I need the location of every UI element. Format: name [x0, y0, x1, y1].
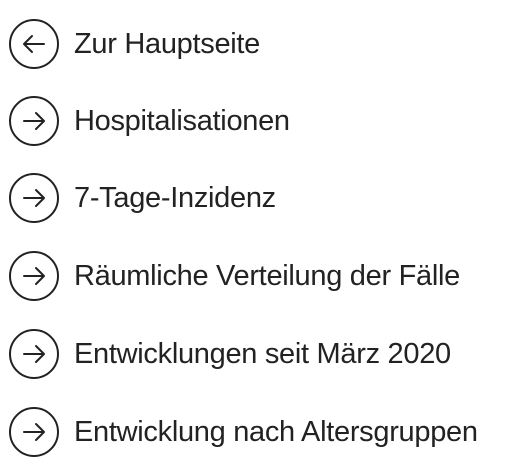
nav-link-raeumliche-verteilung[interactable]: Räumliche Verteilung der Fälle: [8, 250, 460, 302]
navigation-link-list: Zur Hauptseite Hospitalisationen 7-Tage-…: [0, 0, 521, 464]
nav-link-label: Zur Hauptseite: [74, 27, 260, 60]
arrow-right-circle-icon: [8, 95, 60, 147]
nav-link-home[interactable]: Zur Hauptseite: [8, 18, 260, 70]
nav-link-altersgruppen[interactable]: Entwicklung nach Altersgruppen: [8, 406, 478, 458]
nav-link-label: Entwicklung nach Altersgruppen: [74, 415, 478, 448]
nav-link-7-tage-inzidenz[interactable]: 7-Tage-Inzidenz: [8, 172, 276, 224]
arrow-right-circle-icon: [8, 406, 60, 458]
nav-link-hospitalisationen[interactable]: Hospitalisationen: [8, 95, 290, 147]
nav-link-label: Räumliche Verteilung der Fälle: [74, 259, 460, 292]
nav-link-entwicklungen-seit-maerz[interactable]: Entwicklungen seit März 2020: [8, 328, 451, 380]
nav-link-label: 7-Tage-Inzidenz: [74, 181, 276, 214]
nav-link-label: Hospitalisationen: [74, 104, 290, 137]
arrow-right-circle-icon: [8, 172, 60, 224]
nav-link-label: Entwicklungen seit März 2020: [74, 337, 451, 370]
arrow-right-circle-icon: [8, 328, 60, 380]
arrow-right-circle-icon: [8, 250, 60, 302]
arrow-left-circle-icon: [8, 18, 60, 70]
